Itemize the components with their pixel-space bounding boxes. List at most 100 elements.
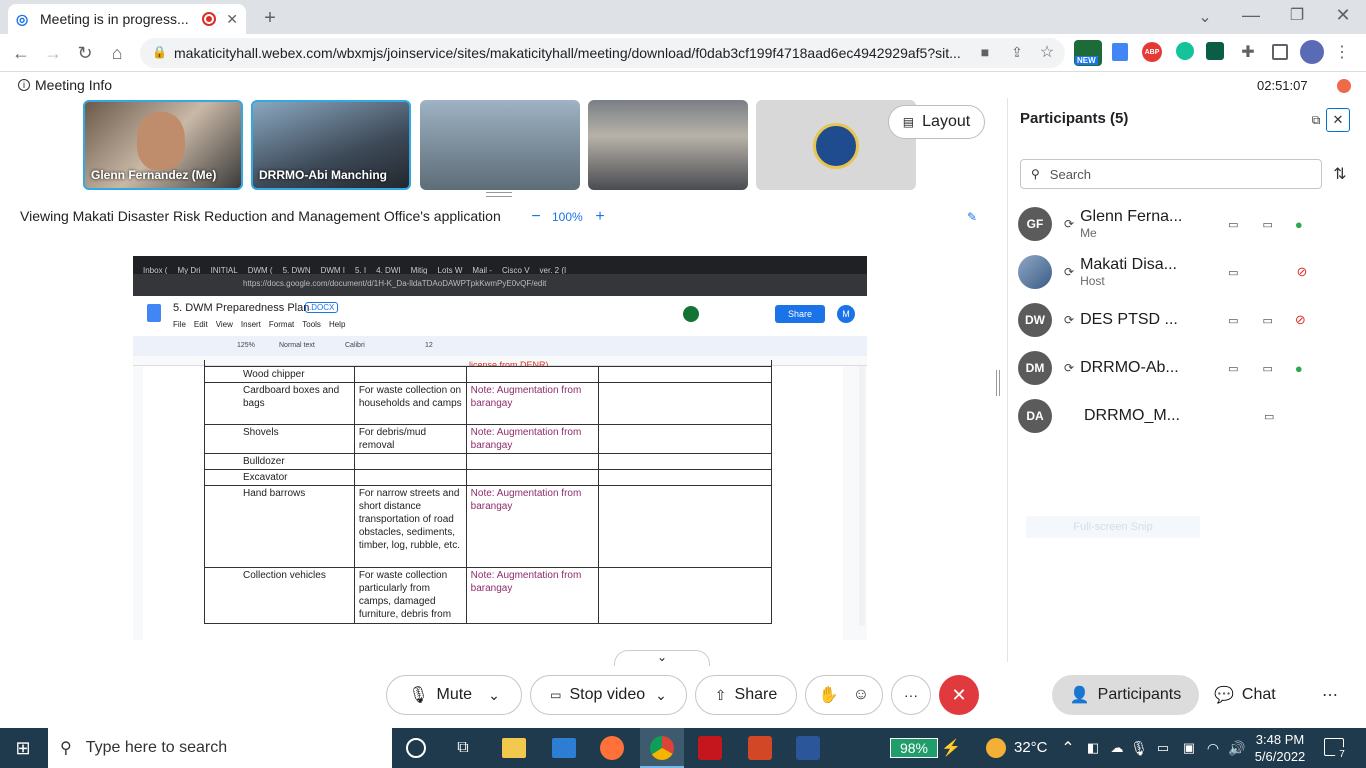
collapse-controls-chevron-icon[interactable]: ⌄ [614, 650, 710, 666]
restore-window-icon[interactable]: ❐ [1286, 4, 1308, 26]
extension-new-icon[interactable]: NEW [1074, 40, 1102, 66]
adblock-icon[interactable]: ABP [1142, 42, 1162, 62]
shared-tab: Mail - [472, 266, 492, 274]
tab-search-chevron-down-icon[interactable]: ⌄ [1194, 6, 1216, 28]
cortana-icon[interactable] [406, 738, 426, 758]
battery-indicator[interactable]: 98% [890, 738, 938, 758]
video-tile[interactable] [420, 100, 580, 190]
pop-out-icon[interactable]: ⧉ [1308, 112, 1324, 128]
tray-app-icon[interactable]: ◧ [1084, 738, 1102, 758]
windows-start-icon[interactable]: ⊞ [12, 738, 34, 758]
share-button[interactable]: ⇧ Share [695, 675, 797, 715]
resize-handle[interactable] [486, 192, 512, 197]
address-bar[interactable]: 🔒 makaticityhall.webex.com/wbxmjs/joinse… [140, 38, 1065, 68]
participants-toggle-button[interactable]: 👤 Participants [1052, 675, 1199, 715]
sort-icon[interactable]: ⇅ [1330, 164, 1350, 184]
extension-icon[interactable] [1206, 42, 1224, 60]
browser-tab[interactable]: ◎ Meeting is in progress... ✕ [8, 4, 246, 34]
reactions-icon[interactable]: ☺ [853, 686, 869, 704]
mic-muted-icon: ⊘ [1294, 312, 1306, 327]
video-camera-icon: ▭ [1262, 314, 1273, 327]
participant-row[interactable]: DA DRRMO_M... ▭ [1018, 392, 1348, 440]
profile-avatar[interactable] [1300, 40, 1324, 64]
reactions-group: ✋ ☺ [805, 675, 883, 715]
home-icon[interactable]: ⌂ [106, 42, 128, 64]
video-tile[interactable]: Glenn Fernandez (Me) [83, 100, 243, 190]
weather-icon[interactable] [986, 738, 1006, 758]
zoom-in-button[interactable]: + [592, 208, 608, 226]
minimize-window-icon[interactable]: — [1240, 4, 1262, 26]
docs-menu-item: Insert [240, 320, 261, 329]
temperature[interactable]: 32°C [1014, 739, 1048, 756]
table-cell-item: Bulldozer [204, 453, 355, 470]
taskbar-clock[interactable]: 3:48 PM 5/6/2022 [1252, 731, 1308, 765]
stop-video-button[interactable]: ▭ Stop video ⌄ [530, 675, 687, 715]
meeting-info[interactable]: i Meeting Info [18, 77, 112, 93]
end-call-button[interactable]: ✕ [939, 675, 979, 715]
close-window-icon[interactable]: ✕ [1332, 4, 1354, 26]
participant-row[interactable]: GF ⟳ Glenn Ferna... Me ▭ ▭ ● [1018, 200, 1348, 248]
video-tile[interactable] [588, 100, 748, 190]
layout-button[interactable]: ▤ Layout [888, 105, 985, 139]
mute-button[interactable]: 🎙 Mute ⌄ [386, 675, 522, 715]
powerpoint-icon[interactable] [748, 736, 772, 760]
camera-tray-icon[interactable]: ▭ [1154, 738, 1172, 758]
docs-menu-item: View [215, 320, 233, 329]
notification-center-icon[interactable]: 7 [1324, 738, 1349, 761]
webex-meeting-area: i Meeting Info 02:51:07 Glenn Fernandez … [0, 72, 1366, 728]
forward-arrow-icon[interactable]: → [42, 42, 64, 64]
more-options-button[interactable]: ··· [891, 675, 931, 715]
chat-bubble-icon: 💬 [1214, 687, 1234, 704]
raise-hand-icon[interactable]: ✋ [819, 685, 839, 705]
new-tab-button[interactable]: + [258, 6, 282, 30]
annotate-pen-icon[interactable]: ✎ [964, 209, 980, 225]
table-cell-note [465, 469, 600, 486]
back-arrow-icon[interactable]: ← [10, 42, 32, 64]
firefox-icon[interactable] [600, 736, 624, 760]
volume-icon[interactable]: 🔊 [1228, 738, 1246, 758]
reload-icon[interactable]: ↻ [74, 42, 96, 64]
zoom-out-button[interactable]: − [528, 208, 544, 226]
table-cell-use: For debris/mud removal [353, 424, 467, 454]
chevron-down-icon[interactable]: ⌄ [488, 687, 500, 704]
camera-blocked-icon[interactable]: ■ [976, 43, 994, 61]
participant-row[interactable]: ⟳ Makati Disa... Host ▭ ⊘ [1018, 248, 1348, 296]
share-page-icon[interactable]: ⇪ [1008, 43, 1026, 61]
shared-tab: My Dri [177, 266, 201, 274]
docs-extension-icon[interactable] [1112, 43, 1128, 61]
task-view-icon[interactable]: ⧉ [452, 738, 474, 758]
bookmark-star-icon[interactable]: ☆ [1038, 43, 1056, 61]
docs-formatting-toolbar: 125% Normal text Calibri 12 [133, 336, 867, 356]
table-row: Collection vehicles For waste collection… [204, 567, 772, 624]
onedrive-icon[interactable]: ☁ [1108, 738, 1126, 758]
microphone-tray-icon[interactable]: 🎙 [1130, 738, 1148, 758]
side-panel-icon[interactable] [1272, 44, 1288, 60]
browser-menu-icon[interactable]: ⋮ [1334, 42, 1350, 62]
panel-resize-handle[interactable] [996, 370, 1000, 396]
taskbar-search-box[interactable]: ⚲ Type here to search [48, 728, 392, 768]
more-panels-icon[interactable]: ⋯ [1320, 685, 1340, 705]
extensions-puzzle-icon[interactable]: ✚ [1238, 42, 1258, 62]
lock-icon: 🔒 [152, 45, 167, 59]
table-cell-blank [598, 469, 772, 486]
show-hidden-icons-chevron-icon[interactable]: ⌃ [1060, 738, 1076, 758]
mail-icon[interactable] [552, 738, 576, 758]
acrobat-icon[interactable] [698, 736, 722, 760]
chrome-taskbar-button[interactable] [640, 728, 684, 768]
wifi-icon[interactable]: ◠ [1204, 738, 1222, 758]
tab-close-icon[interactable]: ✕ [226, 11, 238, 28]
video-tile[interactable]: DRRMO-Abi Manching [251, 100, 411, 190]
grammarly-icon[interactable] [1176, 42, 1194, 60]
display-icon[interactable]: ▣ [1180, 738, 1198, 758]
participant-row[interactable]: DM ⟳ DRRMO-Ab... ▭ ▭ ● [1018, 344, 1348, 392]
chevron-down-icon[interactable]: ⌄ [655, 687, 667, 704]
docs-avatar: M [837, 305, 855, 323]
stop-video-label: Stop video [569, 686, 646, 703]
word-icon[interactable] [796, 736, 820, 760]
participant-row[interactable]: DW ⟳ DES PTSD ... ▭ ▭ ⊘ [1018, 296, 1348, 344]
close-panel-icon[interactable]: ✕ [1326, 108, 1350, 132]
file-explorer-icon[interactable] [502, 738, 526, 758]
chat-button[interactable]: 💬 Chat [1214, 685, 1276, 705]
table-row: Hand barrows For narrow streets and shor… [204, 485, 772, 568]
participant-search-input[interactable]: ⚲ Search [1020, 159, 1322, 189]
